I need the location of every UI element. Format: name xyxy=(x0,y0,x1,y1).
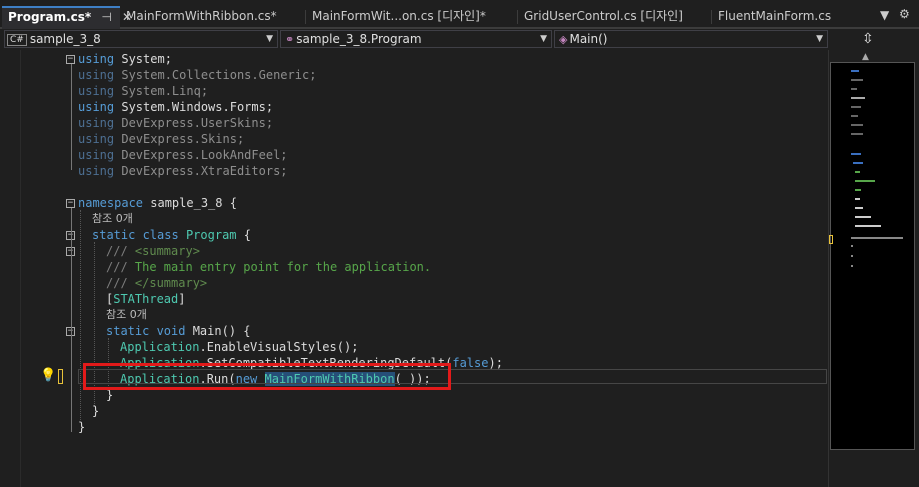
chevron-down-icon: ▼ xyxy=(266,34,273,44)
code-line: using DevExpress.LookAndFeel; xyxy=(78,148,288,162)
class-dropdown[interactable]: ⚭ sample_3_8.Program ▼ xyxy=(280,30,552,48)
project-name: sample_3_8 xyxy=(29,32,101,46)
tab-label: MainFormWithRibbon.cs* xyxy=(126,9,277,23)
tab-mainformwithribbon-designer[interactable]: MainFormWit...on.cs [디자인]* xyxy=(306,6,518,27)
code-line: } xyxy=(78,420,86,434)
tab-label: MainFormWit...on.cs [디자인]* xyxy=(312,9,486,23)
code-line: /// <summary> xyxy=(106,244,200,258)
tab-label: GridUserControl.cs [디자인] xyxy=(524,9,683,23)
code-line: } xyxy=(92,404,100,418)
csharp-project-icon: C# xyxy=(7,34,27,46)
scroll-up-icon[interactable]: ▲ xyxy=(862,52,869,62)
member-name: Main() xyxy=(569,32,608,46)
chevron-down-icon: ▼ xyxy=(816,34,823,44)
method-icon: ◈ xyxy=(559,33,568,46)
code-line: Application.EnableVisualStyles(); xyxy=(120,340,359,354)
code-line: using DevExpress.UserSkins; xyxy=(78,116,274,130)
code-lens-references[interactable]: 참조 0개 xyxy=(0,307,828,323)
pin-icon[interactable]: ⊣ xyxy=(101,8,111,27)
lightbulb-icon[interactable]: 💡 xyxy=(40,368,56,383)
code-line: using System.Windows.Forms; xyxy=(78,100,274,114)
code-line: using System; xyxy=(78,52,172,66)
tab-label: Program.cs* xyxy=(8,10,92,24)
code-lens-references[interactable]: 참조 0개 xyxy=(0,211,828,227)
tab-gridusercontrol-designer[interactable]: GridUserControl.cs [디자인] xyxy=(518,6,712,27)
tab-label: FluentMainForm.cs xyxy=(718,9,832,23)
code-line: using DevExpress.XtraEditors; xyxy=(78,164,288,178)
navigation-bar: C# sample_3_8 ▼ ⚭ sample_3_8.Program ▼ ◈ Ma… xyxy=(0,29,919,51)
code-line: using System.Linq; xyxy=(78,84,209,98)
class-icon: ⚭ xyxy=(285,33,295,46)
code-line: static class Program { xyxy=(92,228,251,242)
class-name: sample_3_8.Program xyxy=(296,32,422,46)
project-dropdown[interactable]: C# sample_3_8 ▼ xyxy=(4,30,278,48)
code-line: /// </summary> xyxy=(106,276,208,290)
tab-fluentmainform-cs[interactable]: FluentMainForm.cs xyxy=(712,6,864,27)
code-line: using DevExpress.Skins; xyxy=(78,132,245,146)
tab-mainformwithribbon-cs[interactable]: MainFormWithRibbon.cs* xyxy=(120,6,306,27)
code-line: [STAThread] xyxy=(106,292,186,306)
scrollbar-map[interactable] xyxy=(830,62,915,450)
code-line: namespace sample_3_8 { xyxy=(78,196,237,210)
change-indicator xyxy=(58,369,63,384)
dropdown-icon[interactable]: ▼ xyxy=(880,8,889,22)
code-line: /// The main entry point for the applica… xyxy=(106,260,432,274)
chevron-down-icon: ▼ xyxy=(540,34,547,44)
code-editor[interactable]: − − − − − using System; using System.Col… xyxy=(0,50,828,487)
code-line: static void Main() { xyxy=(106,324,251,338)
split-window-icon[interactable]: ⇳ xyxy=(862,31,874,47)
red-highlight-box xyxy=(83,363,451,390)
code-line: using System.Collections.Generic; xyxy=(78,68,317,82)
document-tab-bar: Program.cs* ⊣ ✕ MainFormWithRibbon.cs* M… xyxy=(0,0,919,29)
change-marker xyxy=(829,235,833,244)
member-dropdown[interactable]: ◈ Main() ▼ xyxy=(554,30,828,48)
tab-program-cs[interactable]: Program.cs* ⊣ ✕ xyxy=(2,6,132,29)
gear-icon[interactable]: ⚙ xyxy=(899,7,910,21)
